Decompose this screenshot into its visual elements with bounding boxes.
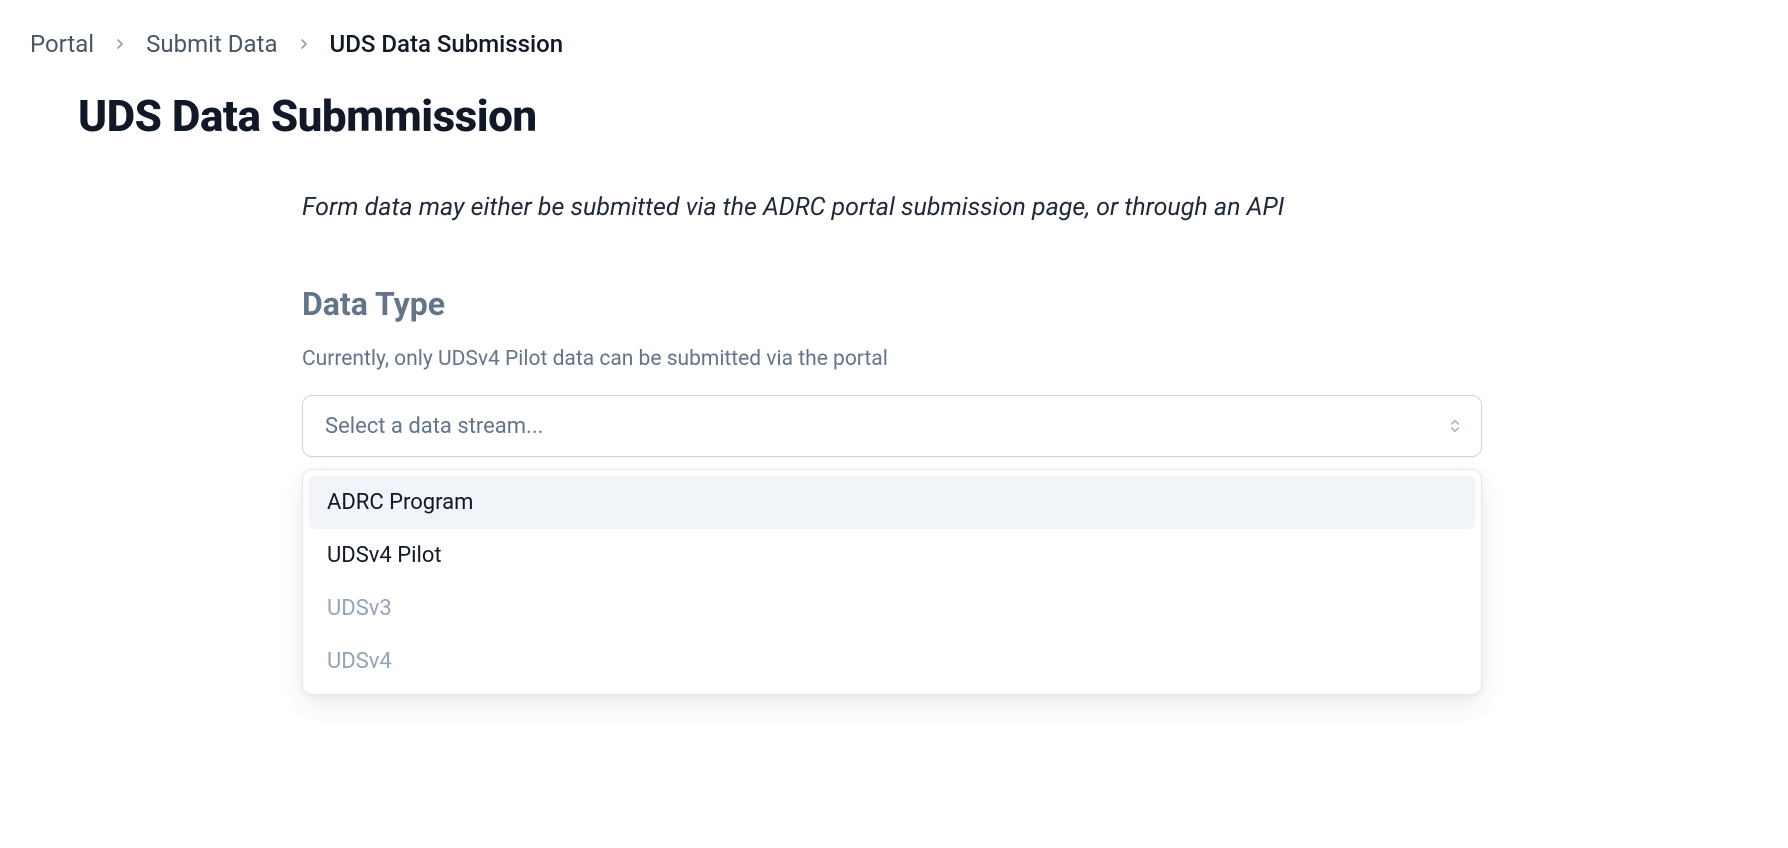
chevron-right-icon: [296, 36, 312, 52]
option-udsv3: UDSv3: [309, 582, 1475, 635]
content-column: Form data may either be submitted via th…: [302, 190, 1482, 695]
breadcrumb-item-submit-data[interactable]: Submit Data: [146, 30, 277, 58]
section-heading-data-type: Data Type: [302, 285, 1482, 323]
option-udsv4: UDSv4: [309, 635, 1475, 688]
breadcrumb-item-current: UDS Data Submission: [330, 30, 564, 58]
chevron-up-down-icon: [1447, 418, 1463, 434]
select-placeholder: Select a data stream...: [325, 414, 543, 439]
data-stream-listbox: ADRC Program UDSv4 Pilot UDSv3 UDSv4: [302, 469, 1482, 695]
data-stream-select[interactable]: Select a data stream...: [302, 395, 1482, 457]
breadcrumb-item-portal[interactable]: Portal: [30, 30, 94, 58]
option-udsv4-pilot[interactable]: UDSv4 Pilot: [309, 529, 1475, 582]
intro-text: Form data may either be submitted via th…: [302, 190, 1482, 225]
chevron-right-icon: [112, 36, 128, 52]
breadcrumb: Portal Submit Data UDS Data Submission: [30, 30, 1758, 58]
section-subtext: Currently, only UDSv4 Pilot data can be …: [302, 347, 1482, 371]
option-adrc-program[interactable]: ADRC Program: [309, 476, 1475, 529]
page-title: UDS Data Submmission: [78, 90, 1758, 142]
